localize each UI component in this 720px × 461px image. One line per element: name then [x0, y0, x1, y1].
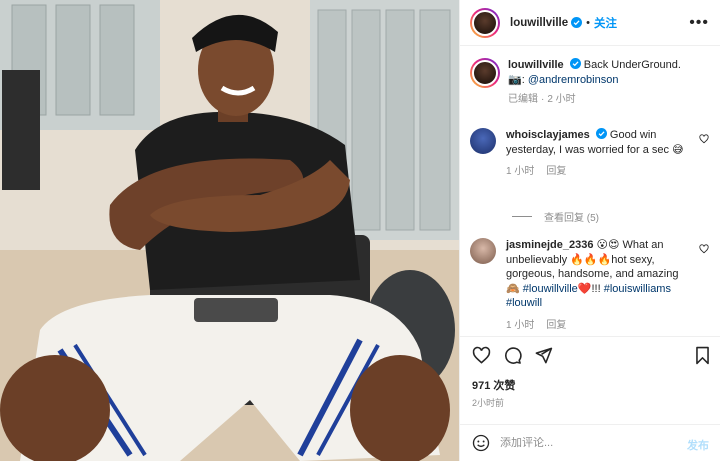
heart-icon[interactable] — [699, 244, 709, 254]
verified-icon — [569, 58, 581, 69]
comment-composer: 发布 — [460, 424, 720, 461]
post-time: 2小时前 — [472, 398, 505, 408]
post-sidebar: louwillville • 关注 ••• louwillville Back … — [459, 0, 720, 461]
like-heart-icon[interactable] — [472, 346, 491, 365]
view-replies-line — [512, 216, 532, 217]
comment-icon[interactable] — [503, 346, 522, 365]
caption-credit-prefix: 📷: — [508, 73, 528, 86]
post-photo[interactable] — [0, 0, 459, 461]
post-actions: 971 次赞 2小时前 — [460, 336, 720, 424]
comment-username[interactable]: jasminejde_2336 — [506, 239, 593, 251]
commenter-avatar[interactable] — [470, 128, 496, 154]
comment-input[interactable] — [500, 437, 650, 449]
comment-time: 1 小时 — [506, 166, 535, 177]
share-icon[interactable] — [534, 346, 553, 365]
view-replies-label: 查看回复 (5) — [544, 213, 599, 224]
verified-icon — [595, 128, 607, 139]
comment-mention[interactable]: #louwillville — [523, 283, 578, 295]
caption-credit-link[interactable]: @andremrobinson — [528, 74, 619, 86]
likes-count[interactable]: 971 次赞 — [472, 377, 515, 393]
header-separator: • — [586, 16, 591, 29]
caption-username[interactable]: louwillville — [508, 59, 564, 71]
post-header: louwillville • 关注 ••• — [460, 0, 720, 46]
author-avatar[interactable] — [470, 7, 500, 38]
caption-edited: 已编辑 — [508, 94, 538, 105]
reply-button[interactable]: 回复 — [546, 166, 566, 177]
caption-meta-separator: · — [541, 94, 545, 105]
view-replies-button[interactable]: 查看回复 (5) — [512, 209, 599, 224]
caption-avatar[interactable] — [470, 58, 500, 88]
bookmark-icon[interactable] — [694, 346, 711, 365]
comments-list[interactable]: louwillville Back UnderGround. 📷: @andre… — [460, 46, 720, 336]
more-icon[interactable]: ••• — [689, 14, 709, 32]
reply-button[interactable]: 回复 — [546, 320, 566, 331]
caption-text: Back UnderGround. — [583, 59, 681, 71]
caption-time: 2 小时 — [547, 94, 576, 105]
comment-item: jasminejde_2336 😮😍 What an unbelievably … — [470, 238, 715, 333]
commenter-avatar[interactable] — [470, 238, 496, 264]
comment-time: 1 小时 — [506, 319, 535, 331]
verified-icon — [571, 17, 583, 28]
post-comment-button[interactable]: 发布 — [687, 437, 709, 453]
emoji-icon[interactable] — [472, 434, 490, 452]
comment-text-tail: ❤️!!! — [577, 282, 601, 295]
author-username[interactable]: louwillville — [510, 17, 568, 29]
comment-item: whoisclayjames Good win yesterday, I was… — [470, 128, 715, 180]
comment-username[interactable]: whoisclayjames — [506, 129, 590, 141]
follow-button[interactable]: 关注 — [594, 15, 617, 31]
photo-illustration — [0, 0, 459, 461]
caption: louwillville Back UnderGround. 📷: @andre… — [470, 58, 715, 108]
heart-icon[interactable] — [699, 134, 709, 144]
